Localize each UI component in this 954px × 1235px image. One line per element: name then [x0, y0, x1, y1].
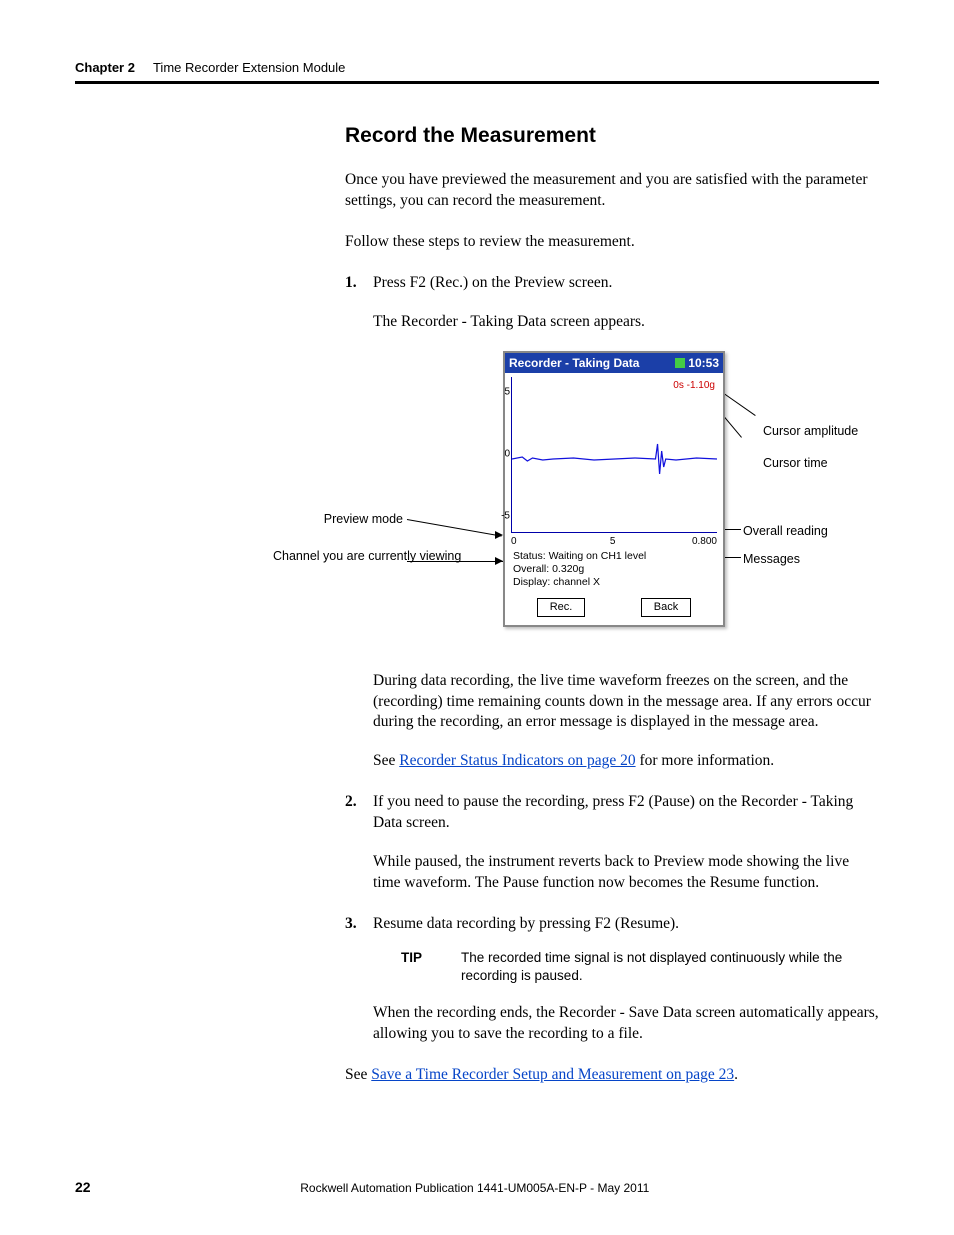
step-3: Resume data recording by pressing F2 (Re… [345, 914, 879, 1045]
step-3-text: Resume data recording by pressing F2 (Re… [373, 915, 679, 932]
tip-text: The recorded time signal is not displaye… [461, 949, 879, 985]
page-number: 22 [75, 1179, 91, 1195]
page-footer: 22 Rockwell Automation Publication 1441-… [75, 1179, 879, 1195]
callout-messages: Messages [743, 551, 800, 568]
intro-paragraph-2: Follow these steps to review the measure… [345, 232, 879, 253]
callout-cursor-amplitude: Cursor amplitude [763, 423, 858, 440]
back-button[interactable]: Back [641, 598, 691, 617]
intro-paragraph-1: Once you have previewed the measurement … [345, 170, 879, 212]
running-header: Chapter 2 Time Recorder Extension Module [75, 60, 879, 84]
step-1-sub: The Recorder - Taking Data screen appear… [373, 312, 879, 333]
chapter-number: Chapter 2 [75, 60, 135, 75]
link-recorder-status[interactable]: Recorder Status Indicators on page 20 [399, 752, 635, 769]
chapter-title: Time Recorder Extension Module [153, 60, 345, 75]
ytick-mid: 0 [504, 448, 510, 462]
page: Chapter 2 Time Recorder Extension Module… [0, 0, 954, 1235]
final-see-ref: See Save a Time Recorder Setup and Measu… [345, 1065, 879, 1086]
callout-cursor-time: Cursor time [763, 455, 828, 472]
cursor-readout: 0s -1.10g [673, 379, 715, 393]
step-2: If you need to pause the recording, pres… [345, 792, 879, 894]
step-2-text: If you need to pause the recording, pres… [373, 793, 853, 831]
link-save-setup[interactable]: Save a Time Recorder Setup and Measureme… [371, 1066, 734, 1083]
step-1: Press F2 (Rec.) on the Preview screen. T… [345, 273, 879, 773]
device-title: Recorder - Taking Data [509, 355, 639, 371]
waveform-trace [512, 449, 717, 469]
tip-label: TIP [401, 949, 461, 985]
step-1-see-ref: See Recorder Status Indicators on page 2… [373, 751, 879, 772]
device-titlebar: Recorder - Taking Data 10:53 [505, 353, 723, 373]
ytick-top: 5 [504, 386, 510, 400]
status-message-area: Status: Waiting on CH1 level Overall: 0.… [511, 549, 717, 590]
tip-box: TIP The recorded time signal is not disp… [401, 949, 879, 985]
x-axis-labels: 0 5 0.800 [511, 535, 717, 547]
callout-overall-reading: Overall reading [743, 523, 828, 540]
ytick-bot: -5 [501, 510, 510, 524]
step-1-paragraph-2: During data recording, the live time wav… [373, 671, 879, 734]
step-1-text: Press F2 (Rec.) on the Preview screen. [373, 274, 612, 291]
battery-icon [675, 358, 685, 368]
waveform-plot: 0s -1.10g 5 0 -5 [511, 377, 717, 533]
content-column: Record the Measurement Once you have pre… [345, 124, 879, 1086]
section-heading: Record the Measurement [345, 124, 879, 148]
device-button-row: Rec. Back [505, 592, 723, 625]
step-3-end: When the recording ends, the Recorder - … [373, 1003, 879, 1045]
device-figure: Preview mode Channel you are currently v… [173, 351, 879, 651]
device-screenshot: Recorder - Taking Data 10:53 0s -1.10g 5… [503, 351, 725, 627]
device-clock: 10:53 [688, 355, 719, 371]
status-line: Status: Waiting on CH1 level [513, 550, 715, 563]
display-line: Display: channel X [513, 576, 715, 589]
step-2-sub: While paused, the instrument reverts bac… [373, 852, 879, 894]
publication-id: Rockwell Automation Publication 1441-UM0… [91, 1181, 859, 1195]
step-list: Press F2 (Rec.) on the Preview screen. T… [345, 273, 879, 1045]
rec-button[interactable]: Rec. [537, 598, 586, 617]
overall-line: Overall: 0.320g [513, 563, 715, 576]
callout-preview-mode: Preview mode [283, 511, 403, 528]
callout-channel: Channel you are currently viewing [273, 549, 403, 564]
